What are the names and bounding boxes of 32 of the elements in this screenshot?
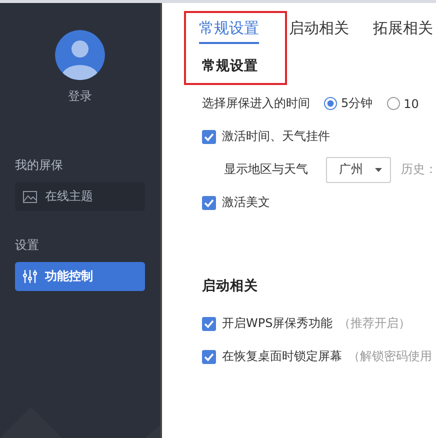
radio-button[interactable] — [386, 97, 400, 110]
history-label: 历史： — [401, 161, 436, 178]
login-link[interactable]: 登录 — [15, 88, 145, 105]
checkbox[interactable] — [202, 130, 216, 144]
option-note: （解锁密码使用 — [348, 348, 432, 365]
option-label: 显示地区与天气 — [224, 161, 308, 178]
option-label: 在恢复桌面时锁定屏幕 — [222, 348, 342, 365]
option-label: 选择屏保进入的时间 — [202, 95, 310, 112]
checkbox[interactable] — [202, 316, 216, 330]
sidebar-heading: 我的屏保 — [15, 157, 64, 174]
option-label: 开启WPS屏保秀功能 — [222, 315, 333, 332]
tab[interactable]: 拓展相关 — [373, 19, 433, 44]
checkbox[interactable] — [202, 196, 216, 210]
section-heading: 常规设置 — [202, 57, 259, 75]
radio-button[interactable] — [324, 97, 337, 110]
sliders-icon — [23, 270, 37, 283]
sidebar-item[interactable]: 功能控制 — [15, 262, 145, 291]
option-note: （推荐开启） — [338, 315, 411, 332]
sidebar-item[interactable]: 在线主题 — [15, 182, 145, 211]
region-dropdown[interactable]: 广州 — [326, 156, 391, 182]
option-label: 激活时间、天气挂件 — [222, 128, 330, 145]
checkbox[interactable] — [202, 350, 216, 364]
tab[interactable]: 启动相关 — [289, 19, 349, 44]
radio-label: 10 — [404, 96, 419, 110]
option-label: 激活美文 — [222, 194, 270, 211]
caret-icon — [375, 168, 382, 172]
sidebar-heading: 设置 — [15, 237, 40, 254]
section-heading: 启动相关 — [202, 277, 259, 295]
radio-label: 5分钟 — [341, 95, 373, 112]
image-icon — [23, 190, 37, 202]
avatar-icon[interactable] — [55, 30, 105, 80]
tab[interactable]: 常规设置 — [199, 19, 259, 44]
